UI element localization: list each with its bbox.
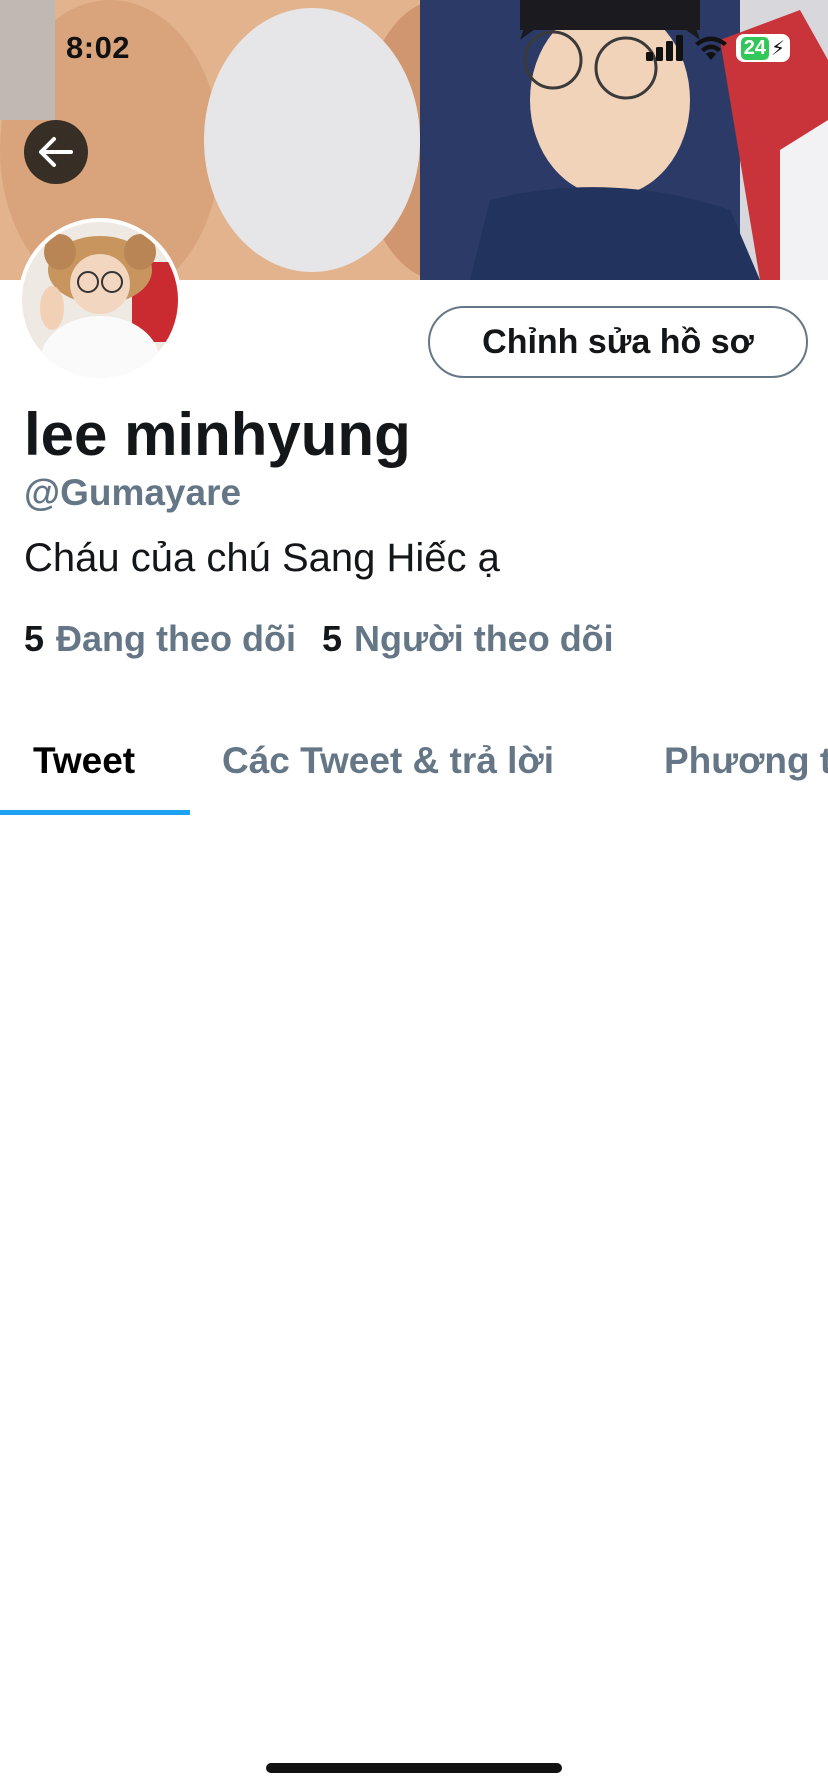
- tab-tweets[interactable]: Tweet: [33, 740, 135, 816]
- arrow-left-icon: [39, 137, 73, 167]
- charging-bolt-icon: ⚡: [770, 37, 785, 60]
- follow-stats: 5 Đang theo dõi 5 Người theo dõi: [24, 618, 640, 660]
- active-tab-indicator: [0, 810, 190, 815]
- tab-tweets-and-replies[interactable]: Các Tweet & trả lời: [222, 740, 554, 816]
- profile-tabs: Tweet Các Tweet & trả lời Phương tiện: [0, 740, 828, 816]
- battery-indicator: 24 ⚡: [735, 34, 790, 62]
- back-button[interactable]: [24, 120, 88, 184]
- following-label: Đang theo dõi: [56, 618, 297, 659]
- battery-level: 24: [740, 36, 769, 60]
- following-count: 5: [24, 618, 45, 659]
- edit-profile-button[interactable]: Chỉnh sửa hồ sơ: [428, 306, 808, 378]
- status-time: 8:02: [66, 30, 131, 65]
- profile-bio: Cháu của chú Sang Hiếc ạ: [24, 536, 500, 580]
- avatar-image: [22, 222, 178, 378]
- cellular-signal-icon: [645, 35, 683, 61]
- wifi-icon: [694, 36, 727, 60]
- display-name: lee minhyung: [24, 401, 411, 468]
- profile-screen: 8:02 24 ⚡ Chỉnh sửa hồ sơ lee minhyung @…: [0, 0, 828, 1792]
- profile-avatar[interactable]: [18, 218, 182, 382]
- user-handle: @Gumayare: [24, 472, 242, 513]
- followers-label: Người theo dõi: [354, 618, 614, 659]
- following-link[interactable]: 5 Đang theo dõi: [24, 618, 296, 660]
- followers-count: 5: [322, 618, 343, 659]
- tab-media[interactable]: Phương tiện: [664, 740, 828, 816]
- followers-link[interactable]: 5 Người theo dõi: [322, 618, 614, 660]
- home-indicator[interactable]: [266, 1763, 562, 1773]
- status-icons: 24 ⚡: [645, 34, 790, 62]
